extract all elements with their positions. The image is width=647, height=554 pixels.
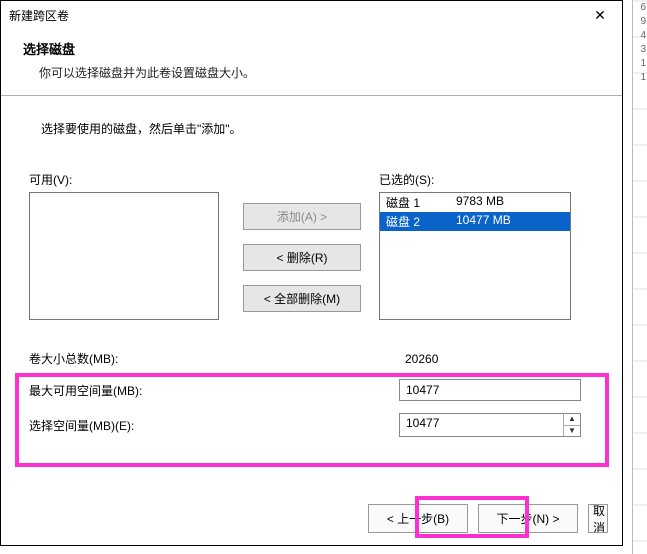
select-space-label: 选择空间量(MB)(E): [29, 417, 399, 434]
selected-disks-listbox[interactable]: 磁盘 1 9783 MB 磁盘 2 10477 MB [379, 192, 571, 320]
new-spanned-volume-dialog: 新建跨区卷 ✕ 选择磁盘 你可以选择磁盘并为此卷设置磁盘大小。 选择要使用的磁盘… [0, 0, 623, 546]
available-label: 可用(V): [29, 171, 225, 188]
select-space-value[interactable]: 10477 [400, 414, 563, 436]
remove-button[interactable]: < 删除(R) [243, 244, 361, 271]
max-space-field: 10477 [399, 379, 581, 401]
add-button: 添加(A) > [243, 203, 361, 230]
dialog-title: 新建跨区卷 [9, 7, 578, 24]
titlebar: 新建跨区卷 ✕ [1, 1, 622, 29]
wizard-footer: < 上一步(B) 下一步(N) > 取消 [368, 504, 608, 533]
available-disks-listbox[interactable] [29, 192, 219, 320]
instruction-text: 选择要使用的磁盘，然后单击"添加"。 [41, 120, 582, 137]
page-side-marks: 6 9 4 3 1 1 [632, 0, 647, 554]
back-button[interactable]: < 上一步(B) [368, 504, 468, 533]
wizard-step-subtitle: 你可以选择磁盘并为此卷设置磁盘大小。 [23, 64, 600, 81]
selected-label: 已选的(S): [379, 171, 594, 188]
next-button[interactable]: 下一步(N) > [478, 504, 578, 533]
select-space-spinner[interactable]: 10477 ▲ ▼ [399, 413, 581, 437]
total-size-value: 20260 [399, 352, 593, 366]
max-space-label: 最大可用空间量(MB): [29, 382, 399, 399]
close-button[interactable]: ✕ [578, 1, 622, 29]
remove-all-button[interactable]: < 全部删除(M) [243, 285, 361, 312]
list-item[interactable]: 磁盘 1 9783 MB [380, 193, 570, 212]
total-size-label: 卷大小总数(MB): [29, 350, 399, 367]
cancel-button[interactable]: 取消 [588, 504, 608, 533]
spinner-up-icon[interactable]: ▲ [564, 414, 580, 426]
wizard-header: 选择磁盘 你可以选择磁盘并为此卷设置磁盘大小。 [1, 29, 622, 96]
close-icon: ✕ [594, 7, 606, 24]
spinner-down-icon[interactable]: ▼ [564, 426, 580, 437]
list-item[interactable]: 磁盘 2 10477 MB [380, 212, 570, 231]
wizard-step-title: 选择磁盘 [23, 39, 600, 58]
